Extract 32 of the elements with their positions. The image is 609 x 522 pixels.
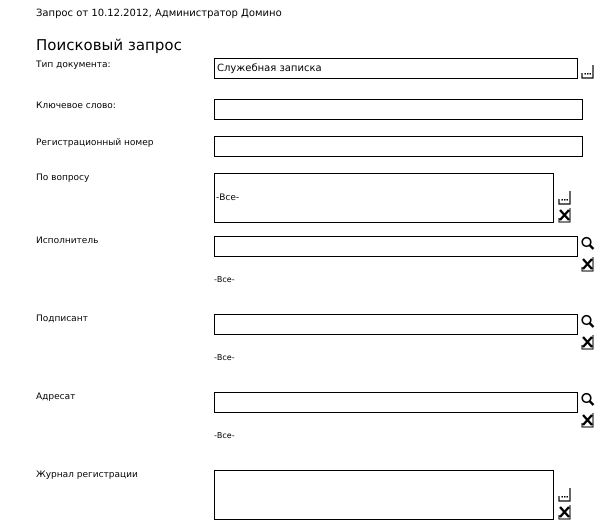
- input-field[interactable]: Служебная записка: [214, 58, 578, 79]
- field-label: Тип документа:: [36, 59, 112, 72]
- search-icon[interactable]: [581, 236, 595, 252]
- ellipsis-button-icon[interactable]: [581, 63, 595, 79]
- clear-icon[interactable]: [558, 504, 572, 520]
- search-icon[interactable]: [581, 392, 595, 408]
- field-label: Подписант: [36, 314, 89, 326]
- field-label: Адресат: [36, 392, 76, 404]
- selected-value: -Все-: [214, 353, 236, 362]
- form-title: Поисковый запрос: [36, 36, 183, 56]
- list-field[interactable]: -Все-: [214, 173, 554, 223]
- input-field[interactable]: [214, 236, 578, 257]
- clear-icon[interactable]: [558, 207, 572, 223]
- field-label: Регистрационный номер: [36, 137, 154, 150]
- ellipsis-button-icon[interactable]: [558, 486, 572, 502]
- page-header: Запрос от 10.12.2012, Администратор Домино: [36, 8, 283, 21]
- list-field[interactable]: [214, 470, 554, 520]
- search-icon[interactable]: [581, 314, 595, 330]
- clear-icon[interactable]: [581, 334, 595, 350]
- selected-value: -Все-: [214, 275, 236, 284]
- field-label: Исполнитель: [36, 236, 100, 248]
- clear-icon[interactable]: [581, 412, 595, 428]
- field-label: По вопросу: [36, 173, 90, 185]
- field-label: Журнал регистрации: [36, 470, 139, 482]
- field-label: Ключевое слово:: [36, 100, 117, 113]
- input-field[interactable]: [214, 314, 578, 335]
- input-field[interactable]: [214, 99, 583, 120]
- selected-value: -Все-: [214, 431, 236, 440]
- input-field[interactable]: [214, 392, 578, 413]
- input-field[interactable]: [214, 136, 583, 157]
- ellipsis-button-icon[interactable]: [558, 189, 572, 205]
- clear-icon[interactable]: [581, 256, 595, 272]
